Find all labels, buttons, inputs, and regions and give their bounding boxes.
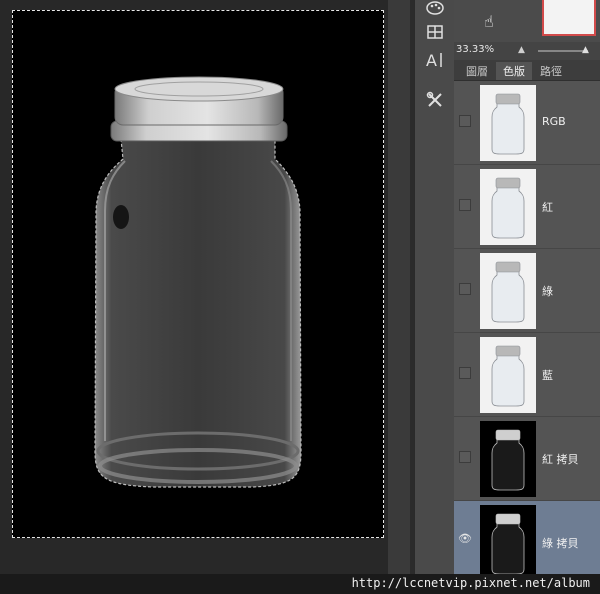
channel-row[interactable]: 藍 [454, 333, 600, 417]
grid-icon[interactable] [421, 20, 449, 44]
canvas-scrollbar[interactable] [388, 0, 410, 574]
svg-text:A: A [426, 51, 437, 69]
channel-thumbnail [480, 169, 536, 245]
tab-paths[interactable]: 路徑 [532, 62, 570, 80]
channel-name: 綠 拷貝 [542, 537, 579, 550]
channel-row[interactable]: RGB [454, 81, 600, 165]
zoom-slider[interactable] [538, 50, 588, 52]
zoom-out-icon[interactable]: ▲ [518, 45, 525, 55]
visibility-toggle[interactable] [459, 283, 471, 295]
document-canvas-selection[interactable] [12, 10, 384, 538]
channel-name: 藍 [542, 369, 553, 382]
document-canvas-area [0, 0, 410, 574]
eye-icon[interactable]: 👁 [458, 532, 472, 545]
channel-name: 紅 拷貝 [542, 453, 579, 466]
navigator-thumbnail[interactable] [542, 0, 596, 36]
channel-thumbnail [480, 505, 536, 581]
channel-thumbnail [480, 421, 536, 497]
channels-panel: ☝ 33.33% ▲ ▲ 圖層 色版 路徑 RGB 紅綠藍紅 拷貝 👁 綠 拷貝 [454, 0, 600, 585]
tab-channels[interactable]: 色版 [496, 62, 532, 80]
channel-name: 綠 [542, 285, 553, 298]
panel-icon-toolbar: A [414, 0, 456, 574]
tab-layers[interactable]: 圖層 [458, 62, 496, 80]
panel-tabs: 圖層 色版 路徑 [454, 60, 600, 81]
channel-thumbnail [480, 337, 536, 413]
visibility-toggle[interactable] [459, 367, 471, 379]
visibility-toggle[interactable] [459, 199, 471, 211]
zoom-value[interactable]: 33.33% [456, 44, 494, 55]
channel-name: 紅 [542, 201, 553, 214]
channel-row[interactable]: 紅 拷貝 [454, 417, 600, 501]
tools-icon[interactable] [421, 88, 449, 112]
palette-icon[interactable] [421, 0, 449, 20]
pointer-cursor-icon: ☝ [484, 12, 494, 31]
watermark-bar: http://lccnetvip.pixnet.net/album [0, 574, 600, 594]
channel-row[interactable]: 綠 [454, 249, 600, 333]
channel-row[interactable]: 👁 綠 拷貝 [454, 501, 600, 585]
watermark-url: http://lccnetvip.pixnet.net/album [351, 576, 590, 590]
character-icon[interactable]: A [421, 48, 449, 72]
visibility-toggle[interactable] [459, 115, 471, 127]
channel-name: RGB [542, 115, 566, 128]
channel-row[interactable]: 紅 [454, 165, 600, 249]
visibility-toggle[interactable] [459, 451, 471, 463]
channel-thumbnail [480, 85, 536, 161]
jar-image [94, 76, 302, 488]
navigator-panel: ☝ [454, 0, 600, 42]
channel-thumbnail [480, 253, 536, 329]
navigator-zoom-row: 33.33% ▲ ▲ [454, 42, 600, 60]
zoom-slider-handle[interactable]: ▲ [582, 45, 589, 55]
